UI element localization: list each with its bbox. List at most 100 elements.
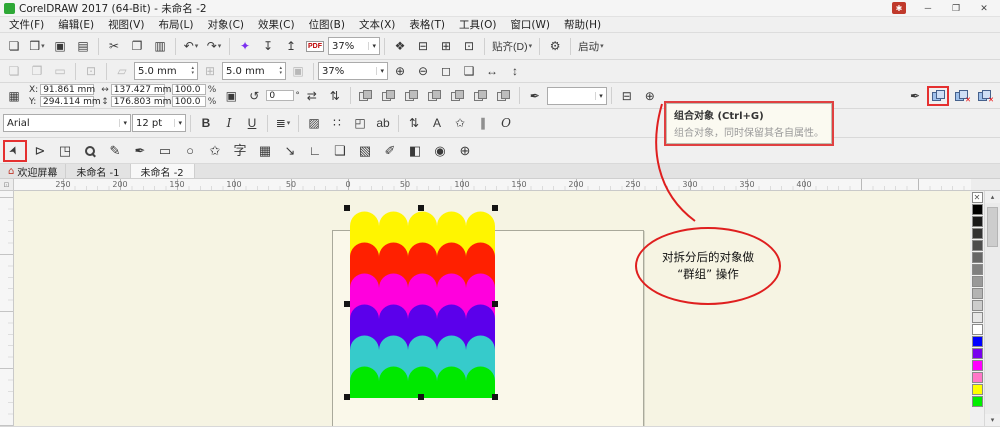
- account-icon[interactable]: ✱: [892, 2, 906, 14]
- transparency-tool[interactable]: ▧: [353, 140, 377, 162]
- export-button[interactable]: ↥: [280, 36, 302, 56]
- color-swatch[interactable]: [971, 348, 983, 359]
- no-outline-button[interactable]: O: [495, 113, 517, 133]
- color-swatch[interactable]: [971, 264, 983, 275]
- color-swatch[interactable]: [971, 288, 983, 299]
- underline-button[interactable]: U: [241, 113, 263, 133]
- save-button[interactable]: ▣: [49, 36, 71, 56]
- edit-text-button[interactable]: ab: [372, 113, 394, 133]
- bulleted-list-button[interactable]: ∷: [326, 113, 348, 133]
- object-position-button[interactable]: ▦: [3, 86, 25, 106]
- menu-窗口W[interactable]: 窗口(W): [503, 17, 557, 32]
- vertical-ruler[interactable]: [0, 191, 14, 426]
- launch-menu[interactable]: 启动 ▾: [575, 36, 607, 56]
- connector-tool[interactable]: ∟: [303, 140, 327, 162]
- color-swatch[interactable]: [971, 396, 983, 407]
- menu-视图V[interactable]: 视图(V): [101, 17, 151, 32]
- intersect-button[interactable]: [401, 86, 423, 106]
- rotation-angle-field[interactable]: 0: [266, 90, 295, 101]
- trim-button[interactable]: [378, 86, 400, 106]
- vertical-scroll-thumb[interactable]: [987, 207, 998, 247]
- ellipse-tool[interactable]: ○: [178, 140, 202, 162]
- options-button[interactable]: ⚙: [544, 36, 566, 56]
- color-swatch[interactable]: [971, 360, 983, 371]
- menu-效果C[interactable]: 效果(C): [251, 17, 302, 32]
- color-swatch[interactable]: [971, 228, 983, 239]
- selection-handle[interactable]: [344, 301, 350, 307]
- color-swatch[interactable]: [971, 276, 983, 287]
- customize-toolbox-button[interactable]: ⊕: [453, 140, 477, 162]
- menu-位图B[interactable]: 位图(B): [302, 17, 352, 32]
- open-button[interactable]: ❒ ▾: [26, 36, 48, 56]
- tab-welcome-screen[interactable]: ⌂ 欢迎屏幕: [0, 164, 67, 179]
- align-distribute-button[interactable]: ⊟: [616, 86, 638, 106]
- bold-button[interactable]: B: [195, 113, 217, 133]
- zoom-selected-button[interactable]: ◻: [435, 61, 457, 81]
- horizontal-ruler[interactable]: 250 200 150 100 50 0 50 100 150 200 250 300 350 400: [14, 179, 971, 191]
- pick-tool[interactable]: ➤: [3, 139, 27, 162]
- shape-tool[interactable]: ⊳: [28, 140, 52, 162]
- font-family-combo[interactable]: Arial ▾: [3, 114, 131, 132]
- close-button[interactable]: ✕: [972, 1, 996, 15]
- drawing-canvas[interactable]: 对拆分后的对象做 “群组” 操作: [14, 191, 970, 426]
- selection-handle[interactable]: [344, 205, 350, 211]
- show-rulers-button[interactable]: ⊟: [412, 36, 434, 56]
- object-width-field[interactable]: 137.427 mm: [110, 84, 171, 95]
- search-content-button[interactable]: ✦: [234, 36, 256, 56]
- selection-handle[interactable]: [492, 301, 498, 307]
- color-swatch[interactable]: [971, 324, 983, 335]
- text-tool[interactable]: 字: [228, 140, 252, 162]
- columns-button[interactable]: ∥: [472, 113, 494, 133]
- color-swatch[interactable]: [971, 372, 983, 383]
- scale-y-field[interactable]: 100.0: [171, 96, 206, 107]
- no-color-swatch[interactable]: ✕: [971, 192, 983, 203]
- rotate-button[interactable]: ↺: [243, 86, 265, 106]
- polygon-tool[interactable]: ✩: [203, 140, 227, 162]
- parallel-dimension-tool[interactable]: ↘: [278, 140, 302, 162]
- zoom-levels-combo[interactable]: 37% ▾: [318, 62, 388, 80]
- menu-工具O[interactable]: 工具(O): [452, 17, 503, 32]
- show-grid-button[interactable]: ⊞: [435, 36, 457, 56]
- text-alignment-button[interactable]: ≣ ▾: [272, 113, 294, 133]
- text-properties-button[interactable]: ✩: [449, 113, 471, 133]
- color-eyedropper-tool[interactable]: ✐: [378, 140, 402, 162]
- zoom-width-button[interactable]: ↔: [481, 61, 503, 81]
- scroll-up-icon[interactable]: ▴: [985, 191, 1000, 203]
- menu-对象C[interactable]: 对象(C): [201, 17, 252, 32]
- zoom-all-button[interactable]: ❑: [458, 61, 480, 81]
- mirror-horizontal-button[interactable]: ⇄: [301, 86, 323, 106]
- selection-handle[interactable]: [418, 205, 424, 211]
- selection-handle[interactable]: [344, 394, 350, 400]
- document-tab[interactable]: 未命名 -2: [130, 164, 195, 179]
- color-swatch[interactable]: [971, 252, 983, 263]
- color-swatch[interactable]: [971, 384, 983, 395]
- weld-button[interactable]: [355, 86, 377, 106]
- interactive-fill-tool[interactable]: ◧: [403, 140, 427, 162]
- print-button[interactable]: ▤: [72, 36, 94, 56]
- create-boundary-button[interactable]: [493, 86, 515, 106]
- selection-handle[interactable]: [492, 205, 498, 211]
- color-swatch[interactable]: [971, 300, 983, 311]
- menu-帮助H[interactable]: 帮助(H): [557, 17, 608, 32]
- redo-button[interactable]: ↷ ▾: [203, 36, 225, 56]
- ruler-origin-button[interactable]: ⊡: [0, 179, 14, 191]
- drop-shadow-tool[interactable]: ❑: [328, 140, 352, 162]
- mirror-vertical-button[interactable]: ⇅: [324, 86, 346, 106]
- menu-文件F[interactable]: 文件(F): [2, 17, 51, 32]
- color-swatch[interactable]: [971, 312, 983, 323]
- document-tab[interactable]: 未命名 -1: [66, 164, 131, 179]
- x-position-field[interactable]: 91.861 mm: [40, 84, 95, 95]
- scalloped-object[interactable]: [14, 191, 970, 426]
- cut-button[interactable]: ✂: [103, 36, 125, 56]
- minimize-button[interactable]: ─: [916, 1, 940, 15]
- scroll-down-icon[interactable]: ▾: [985, 414, 1000, 426]
- crop-tool[interactable]: ◳: [53, 140, 77, 162]
- full-screen-preview-button[interactable]: ❖: [389, 36, 411, 56]
- zoom-level-combo[interactable]: 37% ▾: [328, 37, 380, 55]
- freehand-tool[interactable]: ✎: [103, 140, 127, 162]
- outline-pen-button[interactable]: ✒: [524, 86, 546, 106]
- ungroup-all-button[interactable]: ✕: [973, 86, 995, 106]
- table-tool[interactable]: ▦: [253, 140, 277, 162]
- menu-编辑E[interactable]: 编辑(E): [51, 17, 101, 32]
- menu-布局L[interactable]: 布局(L): [151, 17, 200, 32]
